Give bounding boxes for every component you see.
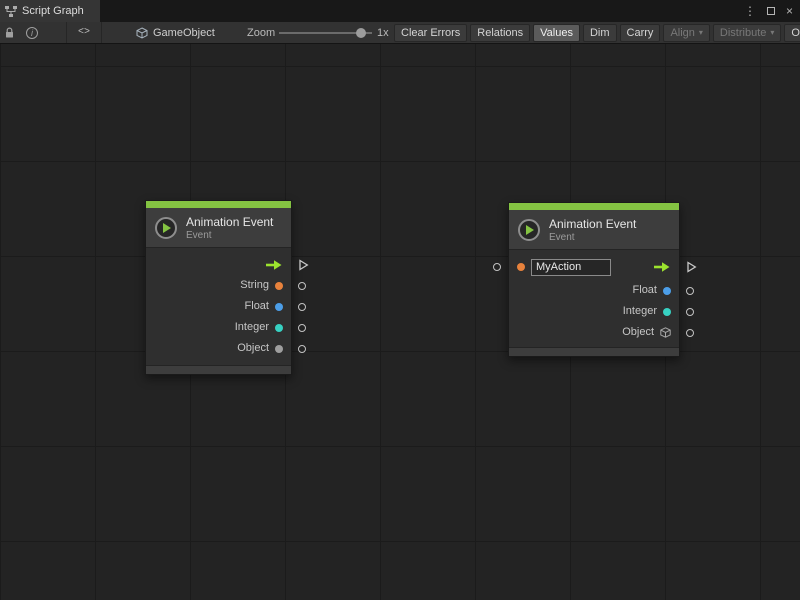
name-input-port[interactable] <box>493 263 501 271</box>
menu-icon[interactable]: ⋮ <box>744 5 756 17</box>
integer-output-port[interactable] <box>686 308 694 316</box>
info-icon[interactable]: i <box>26 22 38 43</box>
relations-button[interactable]: Relations <box>470 24 530 42</box>
object-type-icon <box>275 345 283 353</box>
zoom-slider[interactable] <box>279 22 372 43</box>
carry-button[interactable]: Carry <box>620 24 661 42</box>
node-header[interactable]: Animation Event Event <box>509 210 679 250</box>
float-type-icon <box>663 287 671 295</box>
integer-output-port[interactable] <box>298 324 306 332</box>
node-accent-bar <box>509 203 679 210</box>
port-label: Object <box>237 343 269 354</box>
float-output-row: Float <box>509 280 679 301</box>
overview-button[interactable]: Overview <box>784 24 800 42</box>
float-output-port[interactable] <box>298 303 306 311</box>
event-play-icon <box>155 217 177 239</box>
node-footer <box>146 365 291 374</box>
animation-event-node-1[interactable]: Animation Event Event String <box>145 200 292 375</box>
gameobject-icon <box>136 27 148 39</box>
port-label: Object <box>622 327 654 338</box>
dim-button[interactable]: Dim <box>583 24 617 42</box>
close-icon[interactable]: × <box>786 5 793 17</box>
string-output-port[interactable] <box>298 282 306 290</box>
node-header[interactable]: Animation Event Event <box>146 208 291 248</box>
string-output-row: String <box>146 275 291 296</box>
float-type-icon <box>275 303 283 311</box>
string-type-icon <box>517 263 525 271</box>
distribute-label: Distribute <box>720 27 766 39</box>
port-label: String <box>240 280 269 291</box>
target-label: GameObject <box>153 27 215 39</box>
node-title: Animation Event <box>186 215 273 229</box>
node-footer <box>509 347 679 356</box>
chevron-down-icon: ▾ <box>699 28 703 37</box>
window-controls: ⋮ × <box>744 0 800 22</box>
node-subtitle: Event <box>186 230 273 241</box>
clear-errors-button[interactable]: Clear Errors <box>394 24 467 42</box>
object-output-port[interactable] <box>686 329 694 337</box>
distribute-button: Distribute ▾ <box>713 24 781 42</box>
code-view-button[interactable]: <> <box>66 22 102 43</box>
node-accent-bar <box>146 201 291 208</box>
graph-canvas[interactable]: Animation Event Event String <box>0 44 800 600</box>
flow-output-row <box>146 254 291 275</box>
zoom-slider-handle[interactable] <box>356 28 366 38</box>
info-glyph: i <box>26 27 38 39</box>
graph-icon <box>5 6 17 17</box>
float-output-row: Float <box>146 296 291 317</box>
integer-type-icon <box>663 308 671 316</box>
event-play-icon <box>518 219 540 241</box>
values-button[interactable]: Values <box>533 24 580 42</box>
toolbar: i <> GameObject Zoom 1x Clear Errors Rel… <box>0 22 800 44</box>
zoom-label: Zoom <box>247 22 275 43</box>
align-label: Align <box>670 27 694 39</box>
port-label: Float <box>245 301 269 312</box>
align-button: Align ▾ <box>663 24 709 42</box>
tab-title: Script Graph <box>22 5 84 17</box>
tab-script-graph[interactable]: Script Graph <box>0 0 100 22</box>
toolbar-buttons: Clear Errors Relations Values Dim Carry … <box>394 22 800 43</box>
port-label: Float <box>633 285 657 296</box>
maximize-glyph <box>767 7 775 15</box>
integer-output-row: Integer <box>146 317 291 338</box>
node-body: String Float Integer Object <box>146 248 291 365</box>
node-title: Animation Event <box>549 217 636 231</box>
string-type-icon <box>275 282 283 290</box>
node-subtitle: Event <box>549 232 636 243</box>
flow-output-port[interactable] <box>686 261 697 274</box>
flow-arrow-icon <box>653 261 671 273</box>
maximize-icon[interactable] <box>767 5 775 17</box>
chevron-down-icon: ▾ <box>770 28 774 37</box>
script-graph-window: Script Graph ⋮ × i <> <box>0 0 800 44</box>
object-output-port[interactable] <box>298 345 306 353</box>
graph-target[interactable]: GameObject <box>136 22 215 43</box>
event-name-input[interactable] <box>531 259 611 276</box>
node-body: Float Integer Object <box>509 250 679 347</box>
animation-event-node-2[interactable]: Animation Event Event <box>508 202 680 357</box>
integer-output-row: Integer <box>509 301 679 322</box>
flow-output-port[interactable] <box>298 258 309 271</box>
object-type-icon <box>660 327 671 338</box>
integer-type-icon <box>275 324 283 332</box>
zoom-value: 1x <box>377 22 389 43</box>
port-label: Integer <box>235 322 269 333</box>
float-output-port[interactable] <box>686 287 694 295</box>
event-name-row <box>509 254 679 280</box>
tab-bar: Script Graph ⋮ × <box>0 0 800 22</box>
flow-arrow-icon <box>265 259 283 271</box>
object-output-row: Object <box>509 322 679 343</box>
object-output-row: Object <box>146 338 291 359</box>
lock-icon[interactable] <box>4 22 15 43</box>
code-icon: <> <box>78 27 90 38</box>
port-label: Integer <box>623 306 657 317</box>
